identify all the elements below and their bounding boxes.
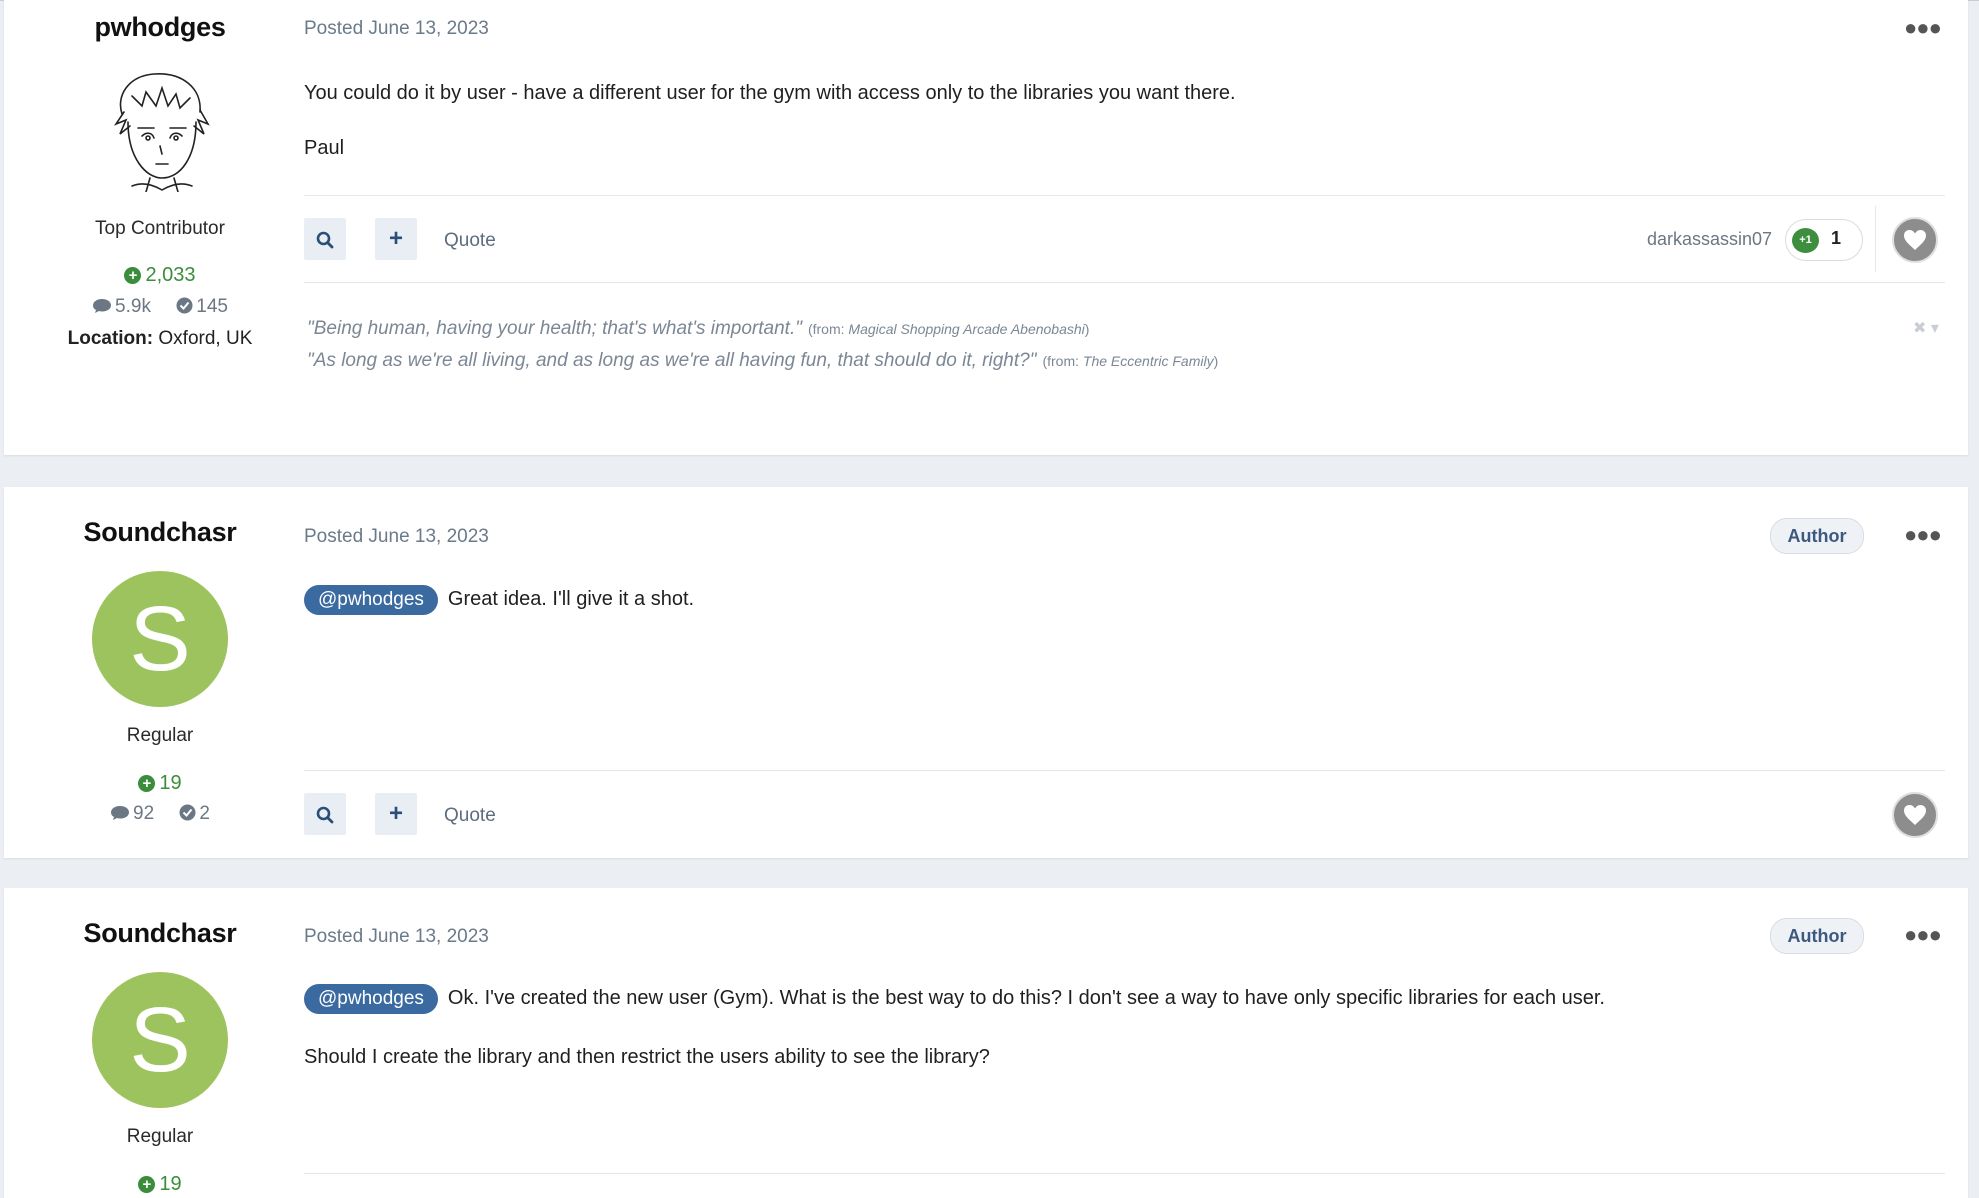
member-rank: Top Contributor xyxy=(95,218,225,239)
reputation: +2,033 xyxy=(4,264,316,287)
post-body-line: @pwhodges Great idea. I'll give it a shot… xyxy=(304,585,694,615)
author-username[interactable]: Soundchasr xyxy=(4,517,316,548)
post: pwhodges Top Contributor +2,033 5.9k 145… xyxy=(4,0,1968,455)
post-body-line: @pwhodges Ok. I've created the new user (… xyxy=(304,984,1605,1014)
more-options-icon[interactable]: ●●● xyxy=(1904,17,1942,39)
user-mention[interactable]: @pwhodges xyxy=(304,585,438,615)
author-badge: Author xyxy=(1770,518,1864,554)
post: Soundchasr S Regular +19 92 2 Posted Jun… xyxy=(4,487,1968,858)
reputation: +19 xyxy=(4,772,316,795)
caret-down-icon[interactable]: ▾ xyxy=(1931,320,1939,337)
post-count: 5.9k xyxy=(92,296,151,318)
quote-button[interactable]: Quote xyxy=(444,805,496,827)
divider xyxy=(1875,206,1876,272)
like-badge-icon: +1 xyxy=(1792,228,1819,253)
author-badge: Author xyxy=(1770,918,1864,954)
avatar[interactable] xyxy=(102,66,220,192)
check-circle-icon xyxy=(176,297,193,314)
post-body-line: Paul xyxy=(304,137,345,159)
plus-circle-icon: + xyxy=(124,267,142,284)
divider xyxy=(304,195,1945,196)
plus-icon: + xyxy=(388,225,403,252)
more-options-icon[interactable]: ●●● xyxy=(1904,524,1942,546)
reputation: +19 xyxy=(4,1173,316,1196)
reaction-user[interactable]: darkassassin07 xyxy=(1647,229,1772,250)
reaction-count: 1 xyxy=(1831,228,1842,248)
post: Soundchasr S Regular +19 Posted June 13,… xyxy=(4,888,1968,1198)
search-icon xyxy=(316,806,334,824)
search-icon xyxy=(316,231,334,249)
member-stats: 92 2 xyxy=(4,803,316,825)
multiquote-button[interactable]: + xyxy=(375,218,417,260)
plus-icon: + xyxy=(388,800,403,827)
divider xyxy=(304,1173,1945,1174)
solution-count: 145 xyxy=(176,296,228,318)
post-count: 92 xyxy=(110,803,154,825)
post-body-line: You could do it by user - have a differe… xyxy=(304,82,1236,104)
divider xyxy=(304,770,1945,771)
heart-icon xyxy=(1904,230,1926,250)
quote-button[interactable]: Quote xyxy=(444,230,496,252)
member-location: Location: Oxford, UK xyxy=(67,328,253,349)
heart-icon xyxy=(1904,805,1926,825)
react-button[interactable] xyxy=(1892,217,1938,263)
member-rank: Regular xyxy=(126,725,194,746)
check-circle-icon xyxy=(179,804,196,821)
post-body-line: Should I create the library and then res… xyxy=(304,1046,990,1068)
comment-icon xyxy=(111,806,129,820)
comment-icon xyxy=(93,299,112,313)
multiquote-button[interactable]: + xyxy=(375,793,417,835)
avatar[interactable]: S xyxy=(92,972,228,1108)
reputation-value: 19 xyxy=(159,772,182,794)
solution-count: 2 xyxy=(179,803,210,825)
reputation-value: 2,033 xyxy=(145,264,196,286)
avatar[interactable]: S xyxy=(92,571,228,707)
reaction-summary[interactable]: +1 1 xyxy=(1785,219,1863,261)
post-date[interactable]: Posted June 13, 2023 xyxy=(304,926,489,948)
post-date[interactable]: Posted June 13, 2023 xyxy=(304,526,489,548)
member-stats: 5.9k 145 xyxy=(4,296,316,318)
member-rank: Regular xyxy=(126,1126,194,1147)
react-button[interactable] xyxy=(1892,792,1938,838)
author-username[interactable]: pwhodges xyxy=(4,12,316,43)
plus-circle-icon: + xyxy=(138,775,156,792)
user-mention[interactable]: @pwhodges xyxy=(304,984,438,1014)
more-options-icon[interactable]: ●●● xyxy=(1904,924,1942,946)
post-date[interactable]: Posted June 13, 2023 xyxy=(304,18,489,40)
reputation-value: 19 xyxy=(159,1173,182,1195)
search-button[interactable] xyxy=(304,793,346,835)
signature-line: "As long as we're all living, and as lon… xyxy=(307,350,1219,371)
divider xyxy=(304,282,1945,283)
close-icon[interactable]: ✖ xyxy=(1913,320,1926,337)
search-button[interactable] xyxy=(304,218,346,260)
author-username[interactable]: Soundchasr xyxy=(4,918,316,949)
signature-options[interactable]: ✖ ▾ xyxy=(1913,318,1939,338)
plus-circle-icon: + xyxy=(138,1176,156,1193)
signature-line: "Being human, having your health; that's… xyxy=(307,318,1090,339)
